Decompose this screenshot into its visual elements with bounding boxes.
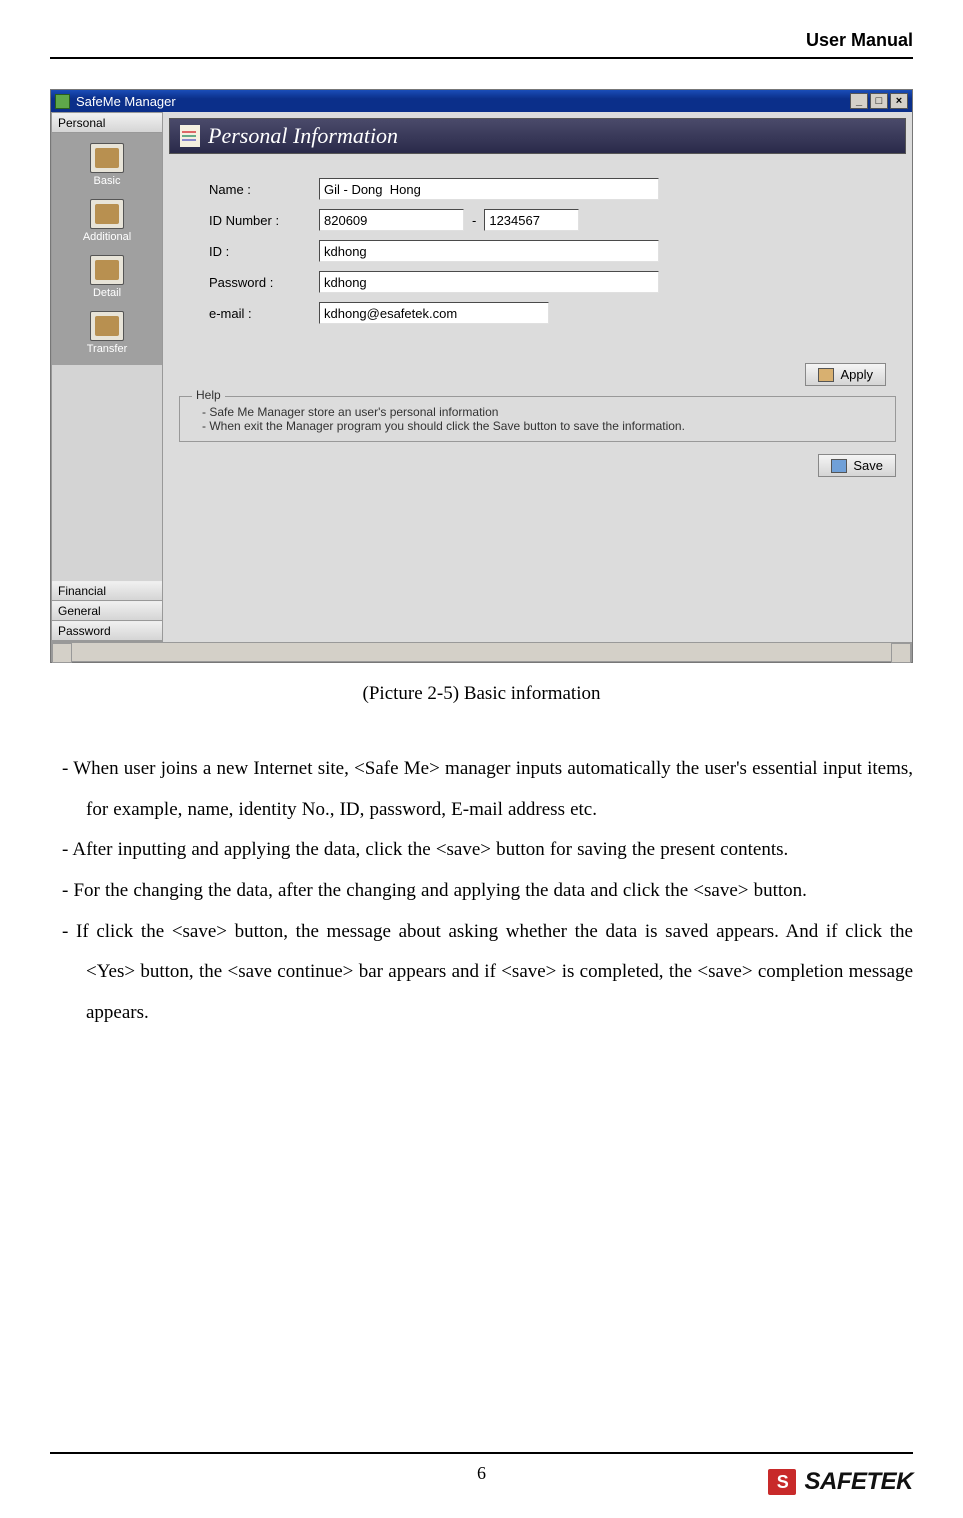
sidebar-item-transfer[interactable]: Transfer <box>54 305 160 361</box>
apply-icon <box>818 368 834 382</box>
paragraph-1: - When user joins a new Internet site, <… <box>50 749 913 830</box>
password-label: Password : <box>209 275 319 290</box>
sidebar-item-label: Detail <box>93 287 121 299</box>
basic-icon <box>90 143 124 173</box>
additional-icon <box>90 199 124 229</box>
section-header: Personal Information <box>169 118 906 154</box>
help-legend: Help <box>192 388 225 402</box>
help-line-1: - Safe Me Manager store an user's person… <box>202 405 881 419</box>
save-button[interactable]: Save <box>818 454 896 477</box>
main-content: Personal Information Name : ID Number : … <box>163 112 912 642</box>
paragraph-2: - After inputting and applying the data,… <box>50 830 913 871</box>
close-button[interactable]: × <box>890 93 908 109</box>
accordion-financial[interactable]: Financial <box>52 581 162 601</box>
detail-icon <box>90 255 124 285</box>
footer-logo: SAFETEK <box>768 1468 913 1496</box>
page-header: User Manual <box>50 30 913 59</box>
password-input[interactable] <box>319 271 659 293</box>
footer-rule <box>50 1452 913 1454</box>
email-label: e-mail : <box>209 306 319 321</box>
section-title: Personal Information <box>208 123 398 149</box>
logo-icon <box>768 1469 796 1495</box>
accordion-password[interactable]: Password <box>52 621 162 641</box>
screenshot-window: SafeMe Manager _ □ × Personal Basic Addi… <box>50 89 913 663</box>
id-input[interactable] <box>319 240 659 262</box>
transfer-icon <box>90 311 124 341</box>
apply-button[interactable]: Apply <box>805 363 886 386</box>
sidebar-item-basic[interactable]: Basic <box>54 137 160 193</box>
accordion-general[interactable]: General <box>52 601 162 621</box>
help-panel: Help - Safe Me Manager store an user's p… <box>179 396 896 442</box>
idnumber-label: ID Number : <box>209 213 319 228</box>
maximize-button[interactable]: □ <box>870 93 888 109</box>
email-input[interactable] <box>319 302 549 324</box>
name-input[interactable] <box>319 178 659 200</box>
body-text: - When user joins a new Internet site, <… <box>50 749 913 1034</box>
help-line-2: - When exit the Manager program you shou… <box>202 419 881 433</box>
app-icon <box>55 94 70 109</box>
save-label: Save <box>853 458 883 473</box>
sidebar-item-additional[interactable]: Additional <box>54 193 160 249</box>
window-title: SafeMe Manager <box>76 94 850 109</box>
paragraph-3: - For the changing the data, after the c… <box>50 871 913 912</box>
idnumber-separator: - <box>472 213 476 228</box>
sidebar: Personal Basic Additional Detail <box>51 112 163 642</box>
logo-text: SAFETEK <box>804 1468 913 1496</box>
minimize-button[interactable]: _ <box>850 93 868 109</box>
idnumber-input-1[interactable] <box>319 209 464 231</box>
save-icon <box>831 459 847 473</box>
horizontal-scrollbar[interactable] <box>51 642 912 662</box>
id-label: ID : <box>209 244 319 259</box>
figure-caption: (Picture 2-5) Basic information <box>50 683 913 705</box>
apply-label: Apply <box>840 367 873 382</box>
window-titlebar: SafeMe Manager _ □ × <box>51 90 912 112</box>
sidebar-item-label: Additional <box>83 231 131 243</box>
idnumber-input-2[interactable] <box>484 209 579 231</box>
sidebar-item-detail[interactable]: Detail <box>54 249 160 305</box>
sidebar-item-label: Basic <box>94 175 121 187</box>
name-label: Name : <box>209 182 319 197</box>
accordion-personal[interactable]: Personal <box>52 113 162 133</box>
paragraph-4: - If click the <save> button, the messag… <box>50 912 913 1034</box>
document-icon <box>180 125 200 147</box>
sidebar-item-label: Transfer <box>87 343 128 355</box>
